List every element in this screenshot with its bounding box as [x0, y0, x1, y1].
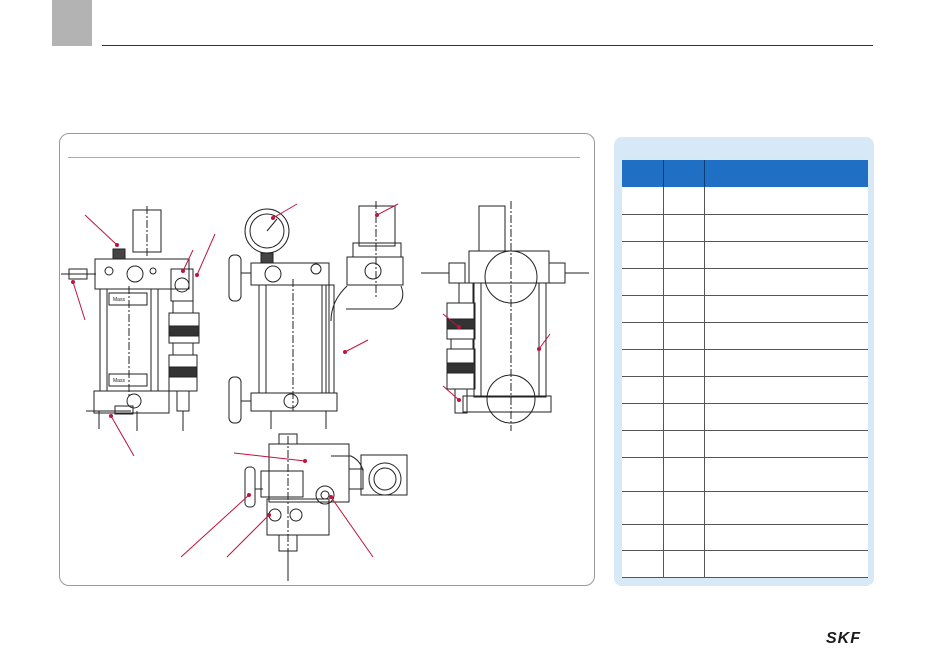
table-row — [622, 403, 868, 431]
table-cell — [663, 430, 705, 458]
table-row — [622, 187, 868, 215]
table-cell — [622, 524, 664, 551]
skf-logo: SKF — [826, 630, 861, 645]
table-cell — [622, 457, 664, 492]
column-header-description — [704, 160, 868, 187]
table-row — [622, 349, 868, 377]
technical-drawing: Mass Mass — [61, 201, 589, 581]
table-row — [622, 322, 868, 350]
nameplate-label-bottom: Mass — [113, 378, 125, 384]
table-cell — [704, 322, 868, 350]
table-cell — [622, 322, 664, 350]
table-cell — [704, 268, 868, 296]
table-cell — [663, 295, 705, 323]
table-cell — [622, 295, 664, 323]
table-cell — [663, 550, 705, 578]
table-cell — [704, 524, 868, 551]
table-cell — [663, 524, 705, 551]
table-cell — [704, 430, 868, 458]
table-cell — [622, 187, 664, 215]
table-cell — [663, 241, 705, 269]
table-cell — [663, 349, 705, 377]
table-row — [622, 214, 868, 242]
table-cell — [704, 241, 868, 269]
table-row — [622, 457, 868, 492]
table-cell — [622, 349, 664, 377]
table-cell — [663, 322, 705, 350]
table-cell — [622, 214, 664, 242]
table-cell — [663, 457, 705, 492]
table-row — [622, 430, 868, 458]
table-cell — [622, 403, 664, 431]
table-cell — [622, 491, 664, 525]
nameplate-label-top: Mass — [113, 297, 125, 303]
table-cell — [704, 187, 868, 215]
column-header-item — [622, 160, 664, 187]
table-row — [622, 376, 868, 404]
column-header-qty — [663, 160, 705, 187]
table-cell — [704, 550, 868, 578]
corner-tab — [52, 0, 92, 46]
table-header-row — [622, 160, 868, 187]
table-cell — [704, 214, 868, 242]
table-cell — [704, 403, 868, 431]
table-row — [622, 295, 868, 323]
table-cell — [622, 430, 664, 458]
callout-leaders — [72, 203, 551, 558]
header-rule — [102, 45, 873, 46]
table-cell — [704, 376, 868, 404]
svg-text:SKF: SKF — [826, 630, 861, 645]
parts-panel — [614, 137, 874, 586]
parts-table — [622, 160, 868, 578]
table-cell — [663, 187, 705, 215]
table-row — [622, 524, 868, 551]
front-view: Mass Mass — [61, 206, 200, 431]
drawing-frame: Mass Mass — [59, 133, 595, 586]
table-row — [622, 491, 868, 525]
table-cell — [622, 241, 664, 269]
table-cell — [663, 491, 705, 525]
table-cell — [704, 457, 868, 492]
table-cell — [622, 550, 664, 578]
table-row — [622, 241, 868, 269]
table-row — [622, 550, 868, 578]
table-cell — [704, 295, 868, 323]
table-cell — [663, 214, 705, 242]
table-cell — [663, 403, 705, 431]
table-cell — [704, 349, 868, 377]
table-cell — [663, 268, 705, 296]
side-view — [228, 201, 404, 429]
table-row — [622, 268, 868, 296]
table-cell — [704, 491, 868, 525]
table-cell — [663, 376, 705, 404]
table-cell — [622, 376, 664, 404]
table-cell — [622, 268, 664, 296]
bottom-view — [244, 433, 408, 581]
